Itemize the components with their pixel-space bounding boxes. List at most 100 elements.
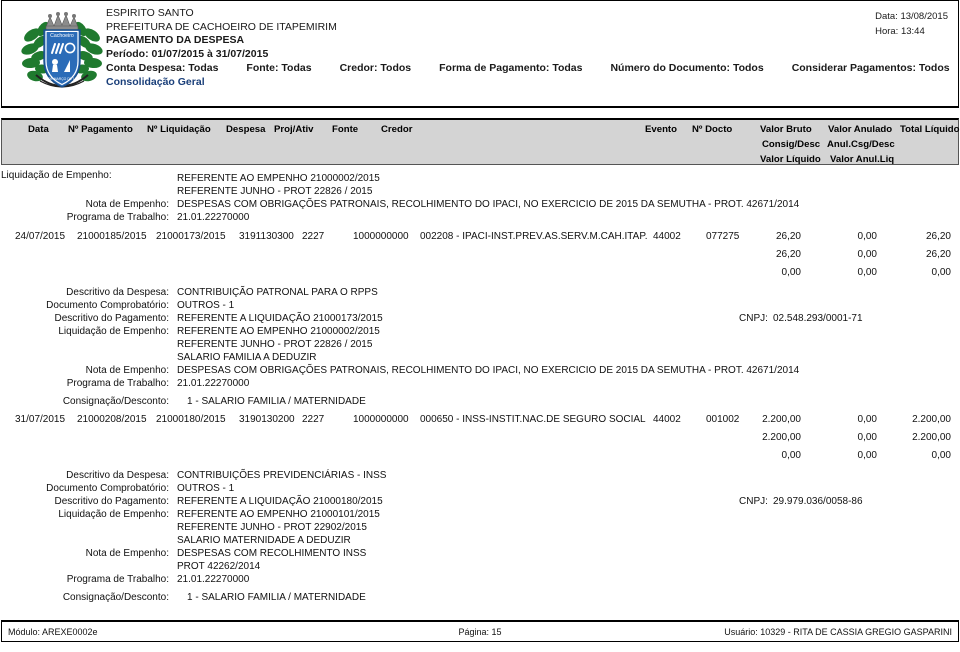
table-row-1-credor: 002208 - IPACI-INST.PREV.AS.SERV.M.CAH.I… [420, 231, 648, 242]
table-row-1-fonte: 1000000000 [353, 231, 409, 242]
entry1-liquidacao-line3: SALARIO FAMILIA A DEDUZIR [177, 352, 317, 363]
table-row-2-valor-bruto: 2.200,00 [762, 414, 801, 425]
col-total-liquido: Total Líquido [900, 124, 960, 135]
table-column-header: Data Nº Pagamento Nº Liquidação Despesa … [1, 118, 960, 165]
header-time: Hora: 13:44 [875, 26, 925, 37]
table-row-2-total-liquido: 2.200,00 [912, 414, 951, 425]
entry1-descritivo-pagamento-label: Descritivo do Pagamento: [54, 313, 169, 324]
table-row-1-evento: 44002 [653, 231, 681, 242]
table-row-2-total-liquido-3: 0,00 [931, 450, 951, 461]
svg-text:11 DE MARÇO DE 1867: 11 DE MARÇO DE 1867 [44, 77, 81, 81]
coat-of-arms-icon: Cachoeiro 11 DE MARÇO DE 1867 [21, 12, 103, 88]
col-valor-bruto: Valor Bruto [760, 124, 812, 135]
entry1-pre-programa-label: Programa de Trabalho: [66, 212, 169, 223]
entry2-liquidacao-line2: REFERENTE JUNHO - PROT 22902/2015 [177, 522, 367, 533]
footer-usuario: Usuário: 10329 - RITA DE CASSIA GREGIO G… [724, 627, 952, 637]
header-date: Data: 13/08/2015 [875, 11, 948, 22]
entry2-cnpj-label: CNPJ: [739, 496, 768, 507]
table-row-1-data: 24/07/2015 [15, 231, 66, 242]
report-body: Liquidação de Empenho: REFERENTE AO EMPE… [1, 165, 959, 603]
entry2-liquidacao-line1: REFERENTE AO EMPENHO 21000101/2015 [177, 509, 380, 520]
entry2-nota-line1: DESPESAS COM RECOLHIMENTO INSS [177, 548, 367, 559]
entry1-pre-nota-label: Nota de Empenho: [85, 199, 169, 210]
table-row-1-total-liquido-2: 26,20 [925, 249, 951, 260]
col-data: Data [28, 124, 49, 135]
report-header: Cachoeiro 11 DE MARÇO DE 1867 ESPIRITO S… [1, 0, 959, 108]
col-valor-liquido: Valor Líquido [760, 154, 821, 165]
table-row-1-total-liquido: 26,20 [925, 231, 951, 242]
entry1-pre-programa-value: 21.01.22270000 [177, 212, 250, 223]
table-row-2-fonte: 1000000000 [353, 414, 409, 425]
entry2-descritivo-pagamento-label: Descritivo do Pagamento: [54, 496, 169, 507]
entry2-documento-label: Documento Comprobatório: [46, 483, 169, 494]
table-row-2-proj-ativ: 2227 [302, 414, 325, 425]
col-consig-desc: Consig/Desc [762, 139, 821, 150]
table-row-2-valor-liquido: 0,00 [781, 450, 801, 461]
col-despesa: Despesa [226, 124, 266, 135]
entry1-documento-value: OUTROS - 1 [177, 300, 235, 311]
header-meta: Data: 13/08/2015 Hora: 13:44 [875, 9, 948, 39]
table-row-2-total-liquido-2: 2.200,00 [912, 432, 951, 443]
table-row-1-despesa: 3191130300 [239, 231, 294, 242]
entry1-liquidacao-label: Liquidação de Empenho: [58, 326, 169, 337]
table-row-1-consig-desc: 26,20 [775, 249, 801, 260]
report-footer: Módulo: AREXE0002e Página: 15 Usuário: 1… [1, 620, 959, 642]
col-n-docto: Nº Docto [692, 124, 733, 135]
report-page: Cachoeiro 11 DE MARÇO DE 1867 ESPIRITO S… [0, 0, 960, 652]
col-anul-csg-desc: Anul.Csg/Desc [827, 139, 895, 150]
filter-considerar-pagamentos: Considerar Pagamentos: Todos [791, 62, 950, 75]
entry1-cnpj-value: 02.548.293/0001-71 [773, 313, 863, 324]
entry1-pre-liquidacao-line2: REFERENTE JUNHO - PROT 22826 / 2015 [177, 186, 373, 197]
table-row-1-n-liquidacao: 21000173/2015 [156, 231, 226, 242]
header-period: Período: 01/07/2015 à 31/07/2015 [106, 47, 269, 60]
entry2-liquidacao-label: Liquidação de Empenho: [58, 509, 169, 520]
filter-numero-documento: Número do Documento: Todos [610, 62, 764, 75]
entry1-descritivo-despesa-value: CONTRIBUIÇÃO PATRONAL PARA O RPPS [177, 287, 378, 298]
col-n-liquidacao: Nº Liquidação [147, 124, 211, 135]
entry1-cnpj-label: CNPJ: [739, 313, 768, 324]
col-valor-anul-liq: Valor Anul.Liq [830, 154, 895, 165]
header-report-title: PAGAMENTO DA DESPESA [106, 34, 245, 47]
header-state: ESPIRITO SANTO [106, 7, 194, 19]
entry2-nota-line2: PROT 42262/2014 [177, 561, 261, 572]
entry1-liquidacao-line2: REFERENTE JUNHO - PROT 22826 / 2015 [177, 339, 373, 350]
entry1-programa-value: 21.01.22270000 [177, 378, 250, 389]
entry2-nota-label: Nota de Empenho: [85, 548, 169, 559]
footer-modulo: Módulo: AREXE0002e [8, 627, 98, 637]
header-filters: Conta Despesa: Todas Fonte: Todas Credor: … [106, 62, 960, 76]
filter-forma-pagamento: Forma de Pagamento: Todas [439, 62, 583, 75]
col-valor-anulado: Valor Anulado [828, 124, 893, 135]
entry1-pre-nota-line1: DESPESAS COM OBRIGAÇÕES PATRONAIS, RECOL… [177, 199, 800, 210]
entry1-consignacao-label: Consignação/Desconto: [62, 396, 169, 407]
entry1-pre-liquidacao-label: Liquidação de Empenho: [1, 170, 112, 181]
entry2-cnpj-value: 29.979.036/0058-86 [773, 496, 863, 507]
entry1-documento-label: Documento Comprobatório: [46, 300, 169, 311]
entry2-consignacao-value: 1 - SALARIO FAMILIA / MATERNIDADE [187, 592, 366, 603]
entry1-pre-liquidacao-line1: REFERENTE AO EMPENHO 21000002/2015 [177, 173, 380, 184]
entry1-liquidacao-line1: REFERENTE AO EMPENHO 21000002/2015 [177, 326, 380, 337]
header-entity: PREFEITURA DE CACHOEIRO DE ITAPEMIRIM [106, 20, 337, 33]
table-row-1-proj-ativ: 2227 [302, 231, 325, 242]
table-row-2-consig-desc: 2.200,00 [762, 432, 801, 443]
entry1-nota-line1: DESPESAS COM OBRIGAÇÕES PATRONAIS, RECOL… [177, 365, 800, 376]
col-evento: Evento [645, 124, 677, 135]
entry1-descritivo-pagamento-value: REFERENTE A LIQUIDAÇÃO 21000173/2015 [177, 313, 383, 324]
entry2-liquidacao-line3: SALARIO MATERNIDADE A DEDUZIR [177, 535, 351, 546]
entry2-descritivo-despesa-value: CONTRIBUIÇÕES PREVIDENCIÁRIAS - INSS [177, 470, 387, 481]
table-row-1-valor-liquido: 0,00 [781, 267, 801, 278]
table-row-2-n-liquidacao: 21000180/2015 [156, 414, 226, 425]
table-row-2-data: 31/07/2015 [15, 414, 66, 425]
header-text-block: ESPIRITO SANTO PREFEITURA DE CACHOEIRO D… [106, 7, 960, 90]
col-credor: Credor [381, 124, 413, 135]
entry2-programa-value: 21.01.22270000 [177, 574, 250, 585]
table-row-2-n-pagamento: 21000208/2015 [77, 414, 147, 425]
entry2-descritivo-pagamento-value: REFERENTE A LIQUIDAÇÃO 21000180/2015 [177, 496, 383, 507]
filter-credor: Credor: Todos [339, 62, 412, 75]
footer-pagina: Página: 15 [458, 627, 502, 637]
filter-fonte: Fonte: Todas [246, 62, 312, 75]
entry1-descritivo-despesa-label: Descritivo da Despesa: [66, 287, 169, 298]
entry1-programa-label: Programa de Trabalho: [66, 378, 169, 389]
entry2-programa-label: Programa de Trabalho: [66, 574, 169, 585]
col-proj-ativ: Proj/Ativ [274, 124, 314, 135]
header-consolidation: Consolidação Geral [106, 75, 205, 88]
